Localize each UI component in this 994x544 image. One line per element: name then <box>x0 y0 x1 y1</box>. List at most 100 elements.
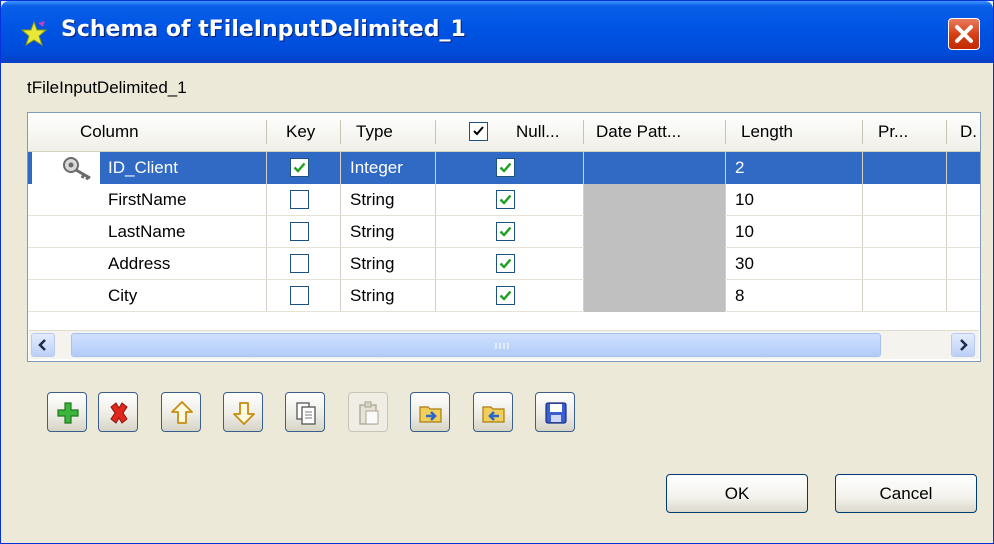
cell-divider <box>435 280 436 312</box>
nullable-checkbox[interactable] <box>496 254 515 273</box>
scroll-left-button[interactable] <box>31 333 55 357</box>
header-separator[interactable] <box>946 120 947 144</box>
key-icon <box>63 157 91 180</box>
header-date-pattern[interactable]: Date Patt... <box>596 113 716 151</box>
add-row-button[interactable] <box>47 392 87 432</box>
header-key[interactable]: Key <box>286 113 336 151</box>
cell-column-name[interactable]: ID_Client <box>108 152 178 184</box>
import-folder-icon <box>419 406 442 423</box>
header-separator[interactable] <box>725 120 726 144</box>
header-default[interactable]: D. <box>960 113 980 151</box>
plus-icon <box>57 402 79 424</box>
delete-row-button[interactable] <box>98 392 138 432</box>
star-icon <box>21 21 47 47</box>
key-checkbox[interactable] <box>290 286 309 305</box>
cell-divider <box>946 280 947 312</box>
cell-column-name[interactable]: LastName <box>108 216 185 248</box>
cancel-button[interactable]: Cancel <box>835 474 977 513</box>
ok-button[interactable]: OK <box>666 474 808 513</box>
cell-length[interactable]: 10 <box>735 184 754 216</box>
header-length[interactable]: Length <box>741 113 851 151</box>
table-row[interactable]: Address String 30 <box>28 248 980 280</box>
move-up-button[interactable] <box>161 392 201 432</box>
check-icon <box>499 194 512 205</box>
cell-divider <box>725 248 726 280</box>
cell-divider <box>340 184 341 216</box>
cell-length[interactable]: 30 <box>735 248 754 280</box>
cell-divider <box>266 248 267 280</box>
cell-type[interactable]: Integer <box>350 152 403 184</box>
cell-divider <box>266 280 267 312</box>
header-type[interactable]: Type <box>356 113 426 151</box>
key-checkbox[interactable] <box>290 254 309 273</box>
table-row[interactable]: FirstName String 10 <box>28 184 980 216</box>
header-separator[interactable] <box>435 120 436 144</box>
table-row[interactable]: City String 8 <box>28 280 980 312</box>
check-icon <box>499 226 512 237</box>
nullable-checkbox[interactable] <box>496 286 515 305</box>
grip-icon <box>495 343 509 349</box>
cell-type[interactable]: String <box>350 184 394 216</box>
key-checkbox[interactable] <box>290 158 309 177</box>
copy-button[interactable] <box>285 392 325 432</box>
header-nullable[interactable]: Null... <box>516 113 586 151</box>
table-header: Column Key Type Null... Date Patt... Len… <box>28 113 980 152</box>
header-separator[interactable] <box>266 120 267 144</box>
cell-column-name[interactable]: FirstName <box>108 184 186 216</box>
nullable-checkbox[interactable] <box>496 158 515 177</box>
cell-divider <box>946 152 947 184</box>
paste-button[interactable] <box>348 392 388 432</box>
header-precision[interactable]: Pr... <box>878 113 938 151</box>
save-schema-button[interactable] <box>535 392 575 432</box>
close-x-icon <box>955 25 973 43</box>
cell-divider <box>862 184 863 216</box>
nullable-checkbox[interactable] <box>496 190 515 209</box>
check-icon <box>499 258 512 269</box>
scroll-thumb[interactable] <box>71 333 881 357</box>
cell-divider <box>946 216 947 248</box>
cell-divider <box>946 248 947 280</box>
cell-type[interactable]: String <box>350 216 394 248</box>
title-bar[interactable]: Schema of tFileInputDelimited_1 <box>1 1 993 63</box>
key-checkbox[interactable] <box>290 190 309 209</box>
table-row[interactable]: ID_Client Integer 2 <box>28 152 980 184</box>
cell-divider <box>435 184 436 216</box>
key-checkbox[interactable] <box>290 222 309 241</box>
cell-length[interactable]: 8 <box>735 280 744 312</box>
cell-length[interactable]: 2 <box>735 152 744 184</box>
cell-date-pattern <box>584 216 725 248</box>
cell-divider <box>266 216 267 248</box>
horizontal-scrollbar[interactable] <box>29 330 979 359</box>
check-icon <box>293 162 306 173</box>
header-separator[interactable] <box>862 120 863 144</box>
header-separator[interactable] <box>340 120 341 144</box>
cell-divider <box>435 152 436 184</box>
header-separator[interactable] <box>583 120 584 144</box>
schema-table[interactable]: Column Key Type Null... Date Patt... Len… <box>27 112 981 362</box>
header-nullable-checkbox[interactable] <box>469 122 488 141</box>
header-column[interactable]: Column <box>80 113 260 151</box>
cell-type[interactable]: String <box>350 248 394 280</box>
cell-date-pattern[interactable] <box>584 152 725 184</box>
nullable-checkbox[interactable] <box>496 222 515 241</box>
import-schema-button[interactable] <box>410 392 450 432</box>
cell-column-name[interactable]: Address <box>108 248 170 280</box>
cell-length[interactable]: 10 <box>735 216 754 248</box>
export-folder-icon <box>482 406 505 423</box>
cell-divider <box>725 216 726 248</box>
cell-divider <box>435 248 436 280</box>
cell-divider <box>266 184 267 216</box>
cell-divider <box>340 152 341 184</box>
cell-divider <box>862 280 863 312</box>
chevron-left-icon <box>38 339 46 351</box>
cell-column-name[interactable]: City <box>108 280 137 312</box>
export-schema-button[interactable] <box>473 392 513 432</box>
cell-type[interactable]: String <box>350 280 394 312</box>
row-divider <box>28 311 980 312</box>
close-button[interactable] <box>948 18 980 50</box>
check-icon <box>499 162 512 173</box>
move-down-button[interactable] <box>223 392 263 432</box>
arrow-down-icon <box>233 402 255 425</box>
table-row[interactable]: LastName String 10 <box>28 216 980 248</box>
scroll-right-button[interactable] <box>951 333 975 357</box>
